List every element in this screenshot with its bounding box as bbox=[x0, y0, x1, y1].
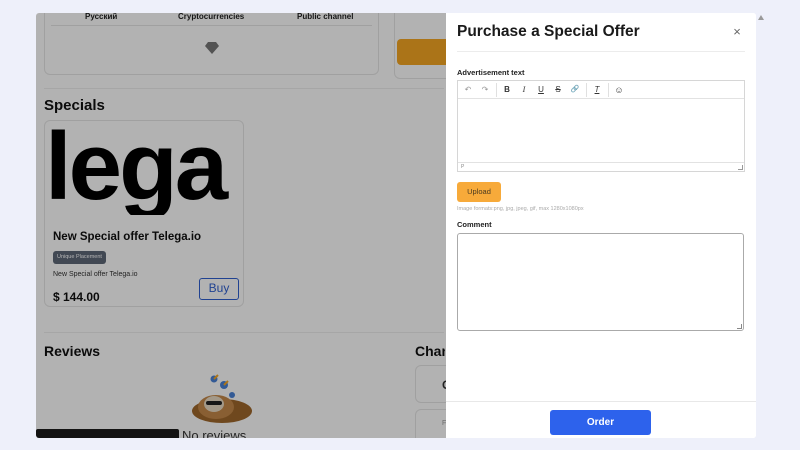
italic-icon[interactable]: I bbox=[517, 83, 531, 97]
divider bbox=[457, 51, 745, 52]
editor-status-bar: P bbox=[458, 162, 744, 171]
scroll-up-icon[interactable] bbox=[758, 15, 764, 20]
emoji-icon[interactable]: ☺ bbox=[612, 83, 626, 97]
editor-path: P bbox=[461, 164, 465, 170]
bold-icon[interactable]: B bbox=[500, 83, 514, 97]
undo-icon[interactable]: ↶ bbox=[461, 83, 475, 97]
close-icon[interactable]: × bbox=[730, 25, 744, 39]
ad-text-input[interactable] bbox=[458, 99, 744, 163]
clear-format-icon[interactable]: T bbox=[590, 83, 604, 97]
comment-textarea[interactable] bbox=[457, 233, 744, 331]
toolbar-separator bbox=[496, 82, 497, 97]
upload-hint: Image formats:png, jpg, jpeg, gif, max 1… bbox=[457, 206, 584, 212]
app-window: Русский Cryptocurrencies Public channel … bbox=[36, 13, 756, 438]
editor-toolbar: ↶ ↷ B I U S 🔗 T ☺ bbox=[458, 81, 744, 99]
purchase-offer-modal: Purchase a Special Offer × Advertisement… bbox=[446, 13, 756, 438]
toolbar-separator bbox=[608, 82, 609, 97]
underline-icon[interactable]: U bbox=[534, 83, 548, 97]
resize-handle-icon[interactable] bbox=[737, 324, 742, 329]
divider bbox=[446, 401, 756, 402]
upload-button[interactable]: Upload bbox=[457, 182, 501, 202]
toolbar-separator bbox=[586, 82, 587, 97]
redo-icon[interactable]: ↷ bbox=[478, 83, 492, 97]
comment-label: Comment bbox=[457, 220, 492, 229]
order-button[interactable]: Order bbox=[550, 410, 651, 435]
modal-title: Purchase a Special Offer bbox=[457, 23, 640, 40]
ad-text-editor: ↶ ↷ B I U S 🔗 T ☺ P bbox=[457, 80, 745, 172]
ad-text-label: Advertisement text bbox=[457, 68, 525, 77]
link-icon[interactable]: 🔗 bbox=[568, 83, 582, 97]
modal-backdrop[interactable] bbox=[36, 13, 446, 438]
resize-handle-icon[interactable] bbox=[738, 165, 743, 170]
strikethrough-icon[interactable]: S bbox=[551, 83, 565, 97]
